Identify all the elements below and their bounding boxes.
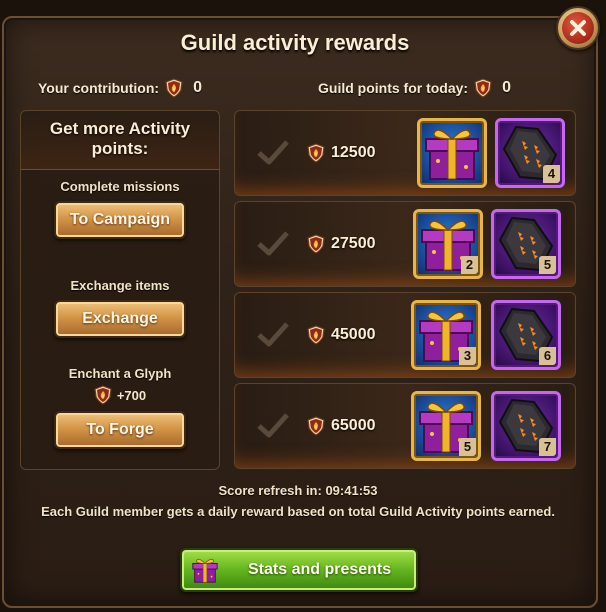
reward-quantity: 7 (539, 438, 556, 456)
reward-points: 45000 (307, 325, 376, 345)
stats-and-presents-button[interactable]: Stats and presents (180, 548, 418, 592)
glyph-bonus-value: +700 (116, 387, 147, 403)
reward-quantity: 6 (539, 347, 556, 365)
gift-box-reward[interactable] (417, 118, 487, 188)
contribution-label: Your contribution: (38, 80, 160, 96)
window-title: Guild activity rewards (180, 30, 410, 55)
panel-heading: Get more Activity points: (21, 111, 219, 170)
activity-points-icon (165, 78, 183, 98)
contribution-value: 0 (193, 79, 202, 96)
to-forge-button[interactable]: To Forge (54, 411, 186, 449)
stats-button-label: Stats and presents (248, 561, 392, 578)
reward-row: 45000 3 6 (234, 292, 576, 378)
activity-points-icon (307, 416, 325, 436)
reward-quantity: 2 (461, 256, 478, 274)
reward-row: 65000 5 7 (234, 383, 576, 469)
gift-box-icon (420, 121, 484, 185)
reward-points: 27500 (307, 234, 376, 254)
reward-points: 12500 (307, 143, 376, 163)
checkmark-icon (257, 231, 289, 256)
glyph-reward[interactable]: 6 (491, 300, 561, 370)
glyph-bonus: +700 (21, 385, 219, 405)
checkmark-icon (257, 322, 289, 347)
points-threshold: 65000 (331, 417, 376, 434)
reward-quantity: 4 (543, 165, 560, 183)
points-threshold: 12500 (331, 144, 376, 161)
activity-points-icon (307, 234, 325, 254)
reward-row: 12500 4 (234, 110, 576, 196)
activity-points-icon (474, 78, 492, 98)
guild-points-label: Guild points for today: (318, 80, 469, 96)
reward-points: 65000 (307, 416, 376, 436)
glyph-label: Enchant a Glyph (68, 366, 172, 381)
reward-quantity: 5 (539, 256, 556, 274)
guild-points-value: 0 (502, 79, 512, 96)
gift-box-reward[interactable]: 3 (411, 300, 481, 370)
points-threshold: 27500 (331, 235, 376, 252)
daily-reward-info: Each Guild member gets a daily reward ba… (41, 504, 555, 519)
score-refresh-text: Score refresh in: 09:41:53 (218, 483, 378, 498)
reward-quantity: 3 (459, 347, 476, 365)
activity-points-icon (307, 325, 325, 345)
reward-quantity: 5 (459, 438, 476, 456)
missions-label: Complete missions (60, 179, 180, 194)
glyph-reward[interactable]: 4 (495, 118, 565, 188)
exchange-button[interactable]: Exchange (54, 300, 186, 338)
reward-row: 27500 2 5 (234, 201, 576, 287)
activity-points-icon (307, 143, 325, 163)
glyph-reward[interactable]: 5 (491, 209, 561, 279)
guild-points-stat: Guild points for today: 0 (318, 78, 511, 98)
exchange-label: Exchange items (70, 278, 170, 293)
gift-box-reward[interactable]: 2 (413, 209, 483, 279)
activity-points-icon (94, 385, 112, 405)
checkmark-icon (257, 413, 289, 438)
contribution-stat: Your contribution: 0 (38, 78, 202, 98)
gift-box-icon (190, 555, 220, 585)
gift-box-reward[interactable]: 5 (411, 391, 481, 461)
points-threshold: 45000 (331, 326, 376, 343)
checkmark-icon (257, 140, 289, 165)
to-campaign-button[interactable]: To Campaign (54, 201, 186, 239)
glyph-reward[interactable]: 7 (491, 391, 561, 461)
get-points-panel: Get more Activity points: Complete missi… (20, 110, 220, 470)
